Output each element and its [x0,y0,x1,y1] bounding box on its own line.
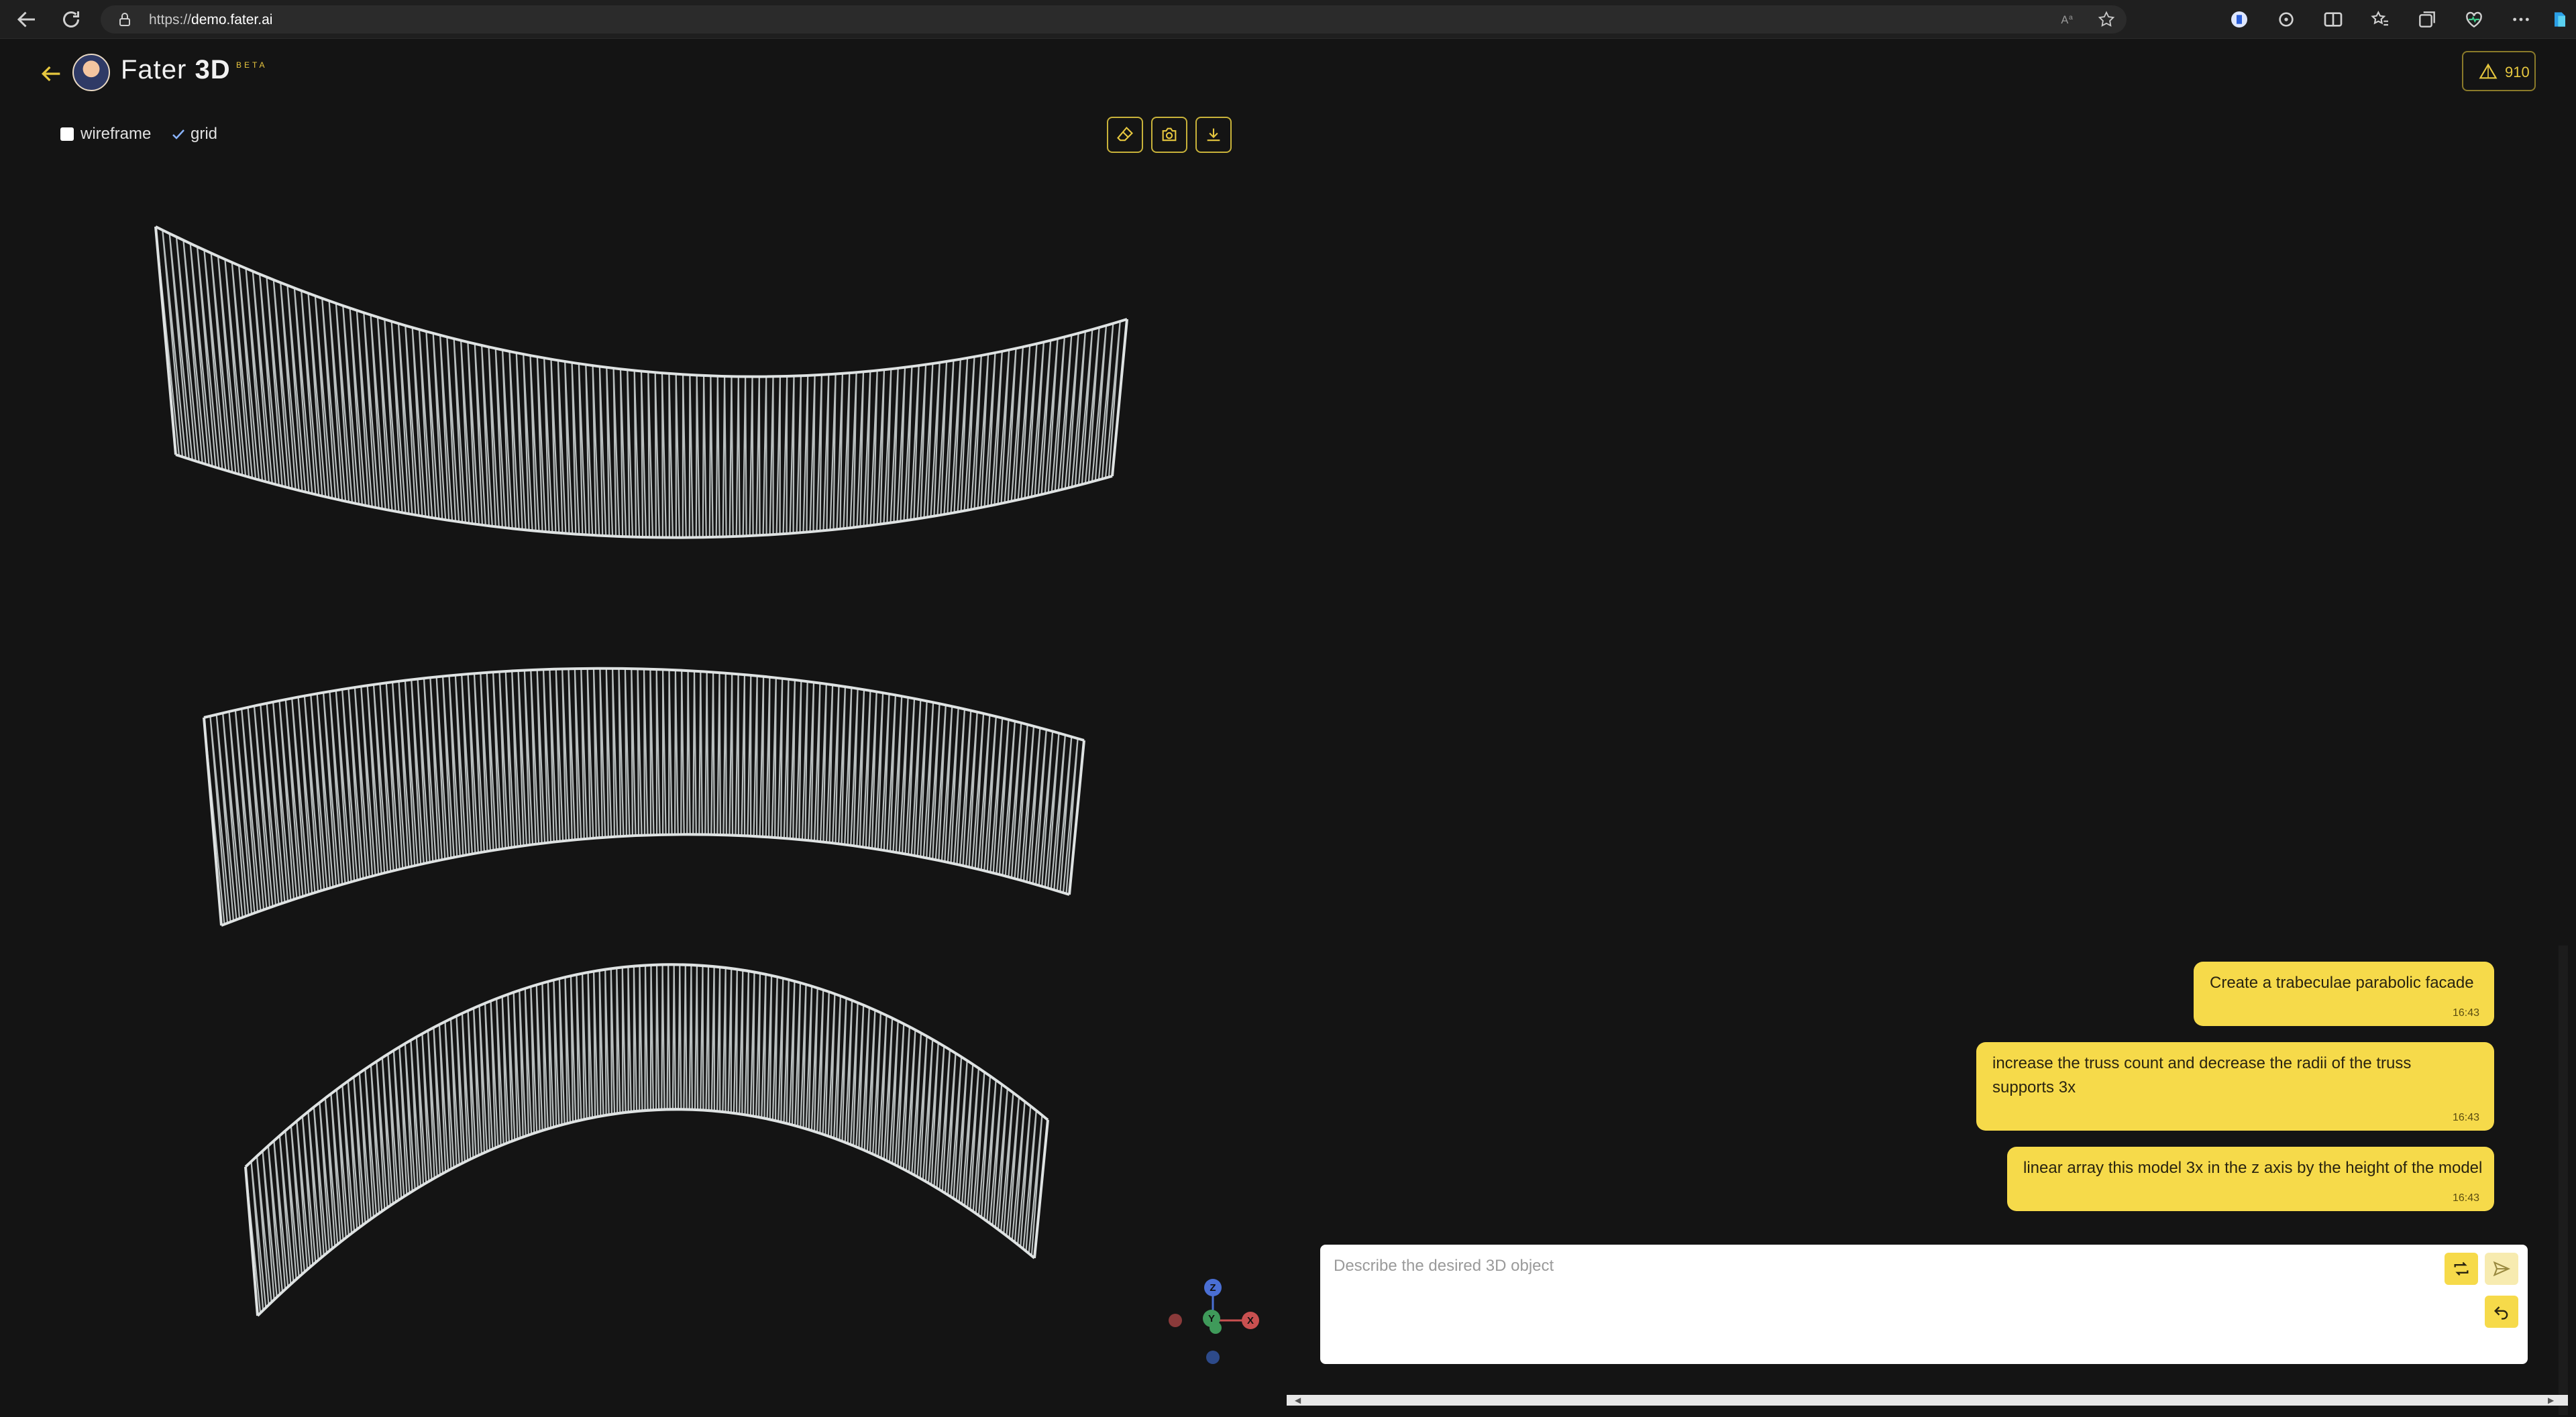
y-axis-label: Y [1208,1313,1215,1324]
credits-button[interactable]: 910 [2462,51,2536,91]
copilot-icon[interactable] [2549,9,2571,30]
horizontal-scrollbar[interactable]: ◀ ▶ [1287,1395,2568,1406]
chat-scrollbar[interactable] [2559,946,2568,1415]
chat-message-time: 16:43 [2452,1112,2479,1123]
chat-message-time: 16:43 [2452,1007,2479,1019]
facade-top [154,225,1128,539]
svg-text:a: a [2069,13,2073,21]
prompt-composer [1320,1245,2528,1364]
triangle-icon [2479,63,2498,79]
chat-message-3: linear array this model 3x in the z axis… [2007,1147,2494,1211]
browser-refresh-icon[interactable] [59,7,83,32]
facade-bottom-web [244,964,1049,1316]
chat-message-2: increase the truss count and decrease th… [1976,1042,2494,1131]
url-host: demo.fater.ai [191,12,273,27]
model-layer [154,225,1128,1317]
split-screen-icon[interactable] [2322,9,2344,30]
chat-message-text: linear array this model 3x in the z axis… [2023,1159,2483,1177]
clear-scene-button[interactable] [1107,117,1143,153]
chat-message-text: Create a trabeculae parabolic facade [2210,974,2474,992]
prompt-input[interactable] [1320,1245,2528,1364]
browser-toolbar: https://demo.fater.ai Aa [0,0,2576,39]
3d-viewport[interactable] [5,166,1280,1373]
read-aloud-icon[interactable]: Aa [2059,10,2078,29]
regenerate-button[interactable] [2445,1253,2478,1285]
eraser-icon [1117,126,1133,141]
grid-label: grid [191,125,218,143]
logo-avatar [72,54,110,91]
wireframe-label: wireframe [80,125,152,143]
send-icon [2493,1261,2511,1277]
repeat-icon [2454,1261,2469,1276]
download-icon [1207,128,1220,141]
camera-icon [1162,127,1177,141]
facade-middle [203,667,1085,927]
logo-bold-text: 3D [195,55,231,84]
chat-message-text: increase the truss count and decrease th… [1992,1054,2412,1096]
lock-icon [119,13,130,26]
z-axis-negative-handle [1206,1351,1220,1364]
axis-gizmo[interactable]: Z X Y [1159,1277,1267,1371]
back-arrow-icon[interactable] [38,60,64,87]
undo-button[interactable] [2485,1296,2518,1328]
more-menu-icon[interactable] [2510,9,2532,30]
grid-check-icon[interactable] [170,126,186,142]
address-bar[interactable]: https://demo.fater.ai Aa [101,5,2127,34]
collections-icon[interactable] [2416,9,2438,30]
undo-icon [2494,1306,2508,1320]
chat-message-1: Create a trabeculae parabolic facade 16:… [2194,962,2494,1026]
url-scheme: https:// [149,12,192,27]
scroll-left-icon[interactable]: ◀ [1295,1396,1301,1405]
app-window: Fater 3D BETA 910 wireframe grid Z X Y C… [5,39,2571,1415]
logo-light-text: Fater [121,55,187,84]
app-logo: Fater 3D [121,55,231,85]
x-axis-negative-handle [1169,1314,1182,1327]
facade-bottom [244,963,1049,1317]
chat-message-time: 16:43 [2452,1192,2479,1204]
extension-icon[interactable] [2229,9,2250,30]
favorites-icon[interactable] [2369,9,2391,30]
z-axis-label: Z [1210,1282,1216,1294]
x-axis-label: X [1247,1315,1254,1326]
beta-badge: BETA [236,60,268,70]
health-icon[interactable] [2463,9,2485,30]
svg-text:A: A [2061,14,2068,26]
facade-top-top-chord [155,225,1128,378]
favorite-star-icon[interactable] [2097,10,2116,29]
screenshot-button[interactable] [1151,117,1187,153]
puzzle-icon[interactable] [2275,9,2297,30]
download-button[interactable] [1195,117,1232,153]
model-render [154,225,1128,1317]
browser-back-icon[interactable] [15,7,39,32]
address-url: https://demo.fater.ai [149,12,272,28]
facade-bottom-left-edge [244,1166,259,1316]
wireframe-checkbox[interactable] [60,127,74,141]
send-button[interactable] [2485,1253,2518,1285]
credits-count: 910 [2505,64,2530,80]
scroll-right-icon[interactable]: ▶ [2548,1396,2554,1405]
facade-bottom-bottom-chord [256,1108,1036,1317]
